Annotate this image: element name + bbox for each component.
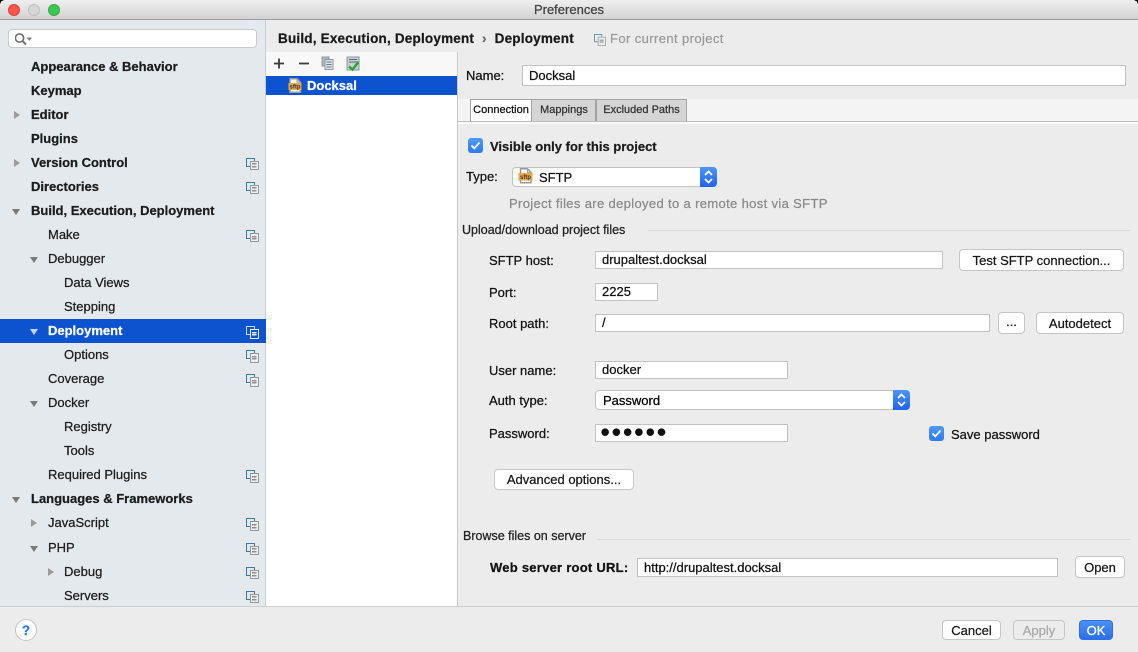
svg-text:sftp: sftp bbox=[290, 85, 301, 91]
svg-text:sftp: sftp bbox=[520, 175, 531, 181]
